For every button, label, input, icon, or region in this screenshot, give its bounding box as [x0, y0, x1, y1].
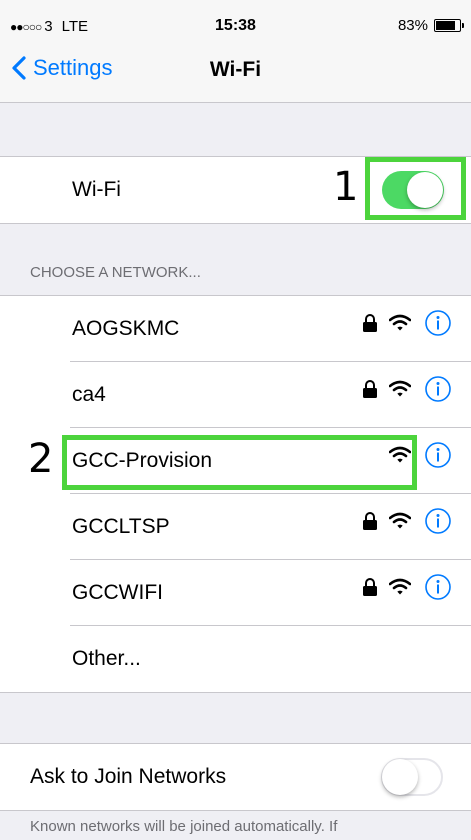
ask-to-join-group: Ask to Join Networks — [0, 743, 471, 811]
highlight-box-wifi-switch — [365, 157, 466, 220]
network-row[interactable]: ca4 — [0, 362, 471, 428]
network-row[interactable]: AOGSKMC — [0, 296, 471, 362]
wifi-icon — [389, 512, 411, 529]
lock-icon — [363, 578, 377, 596]
wifi-icon — [389, 380, 411, 397]
info-icon[interactable] — [425, 574, 451, 600]
wifi-label: Wi-Fi — [72, 178, 121, 201]
info-icon[interactable] — [425, 310, 451, 336]
network-name: GCCLTSP — [72, 515, 170, 538]
wifi-icon — [389, 578, 411, 595]
section-header: CHOOSE A NETWORK... — [30, 264, 201, 281]
footer-note: Known networks will be joined automatica… — [30, 818, 338, 835]
status-bar: ●●○○○ 3 LTE 15:38 83% — [0, 0, 471, 40]
highlight-box-gcc-provision — [62, 435, 417, 490]
battery-icon — [434, 19, 464, 32]
network-row[interactable]: GCCLTSP — [0, 494, 471, 560]
info-icon[interactable] — [425, 376, 451, 402]
lock-icon — [363, 314, 377, 332]
network-list: AOGSKMC ca4 GCC-Provision GCCLTSP GCCWIF… — [0, 295, 471, 693]
wifi-icon — [389, 314, 411, 331]
other-network-label: Other... — [72, 647, 141, 670]
network-name: AOGSKMC — [72, 317, 180, 340]
ask-to-join-row: Ask to Join Networks — [0, 744, 471, 810]
annotation-step-1: 1 — [333, 164, 359, 210]
page-title: Wi-Fi — [209, 58, 262, 81]
battery-fill — [436, 21, 456, 30]
ask-to-join-label: Ask to Join Networks — [30, 765, 227, 788]
battery-percent: 83% — [397, 17, 428, 34]
network-name: ca4 — [72, 383, 106, 406]
switch-knob — [382, 759, 418, 795]
battery-indicator: 83% — [397, 17, 464, 34]
other-network-row[interactable]: Other... — [0, 626, 471, 692]
annotation-step-2: 2 — [28, 436, 54, 482]
info-icon[interactable] — [425, 508, 451, 534]
network-row[interactable]: GCCWIFI — [0, 560, 471, 626]
lock-icon — [363, 380, 377, 398]
network-name: GCCWIFI — [72, 581, 163, 604]
navigation-bar: Settings Wi-Fi — [0, 40, 471, 103]
ask-to-join-switch[interactable] — [381, 758, 443, 796]
info-icon[interactable] — [425, 442, 451, 468]
lock-icon — [363, 512, 377, 530]
